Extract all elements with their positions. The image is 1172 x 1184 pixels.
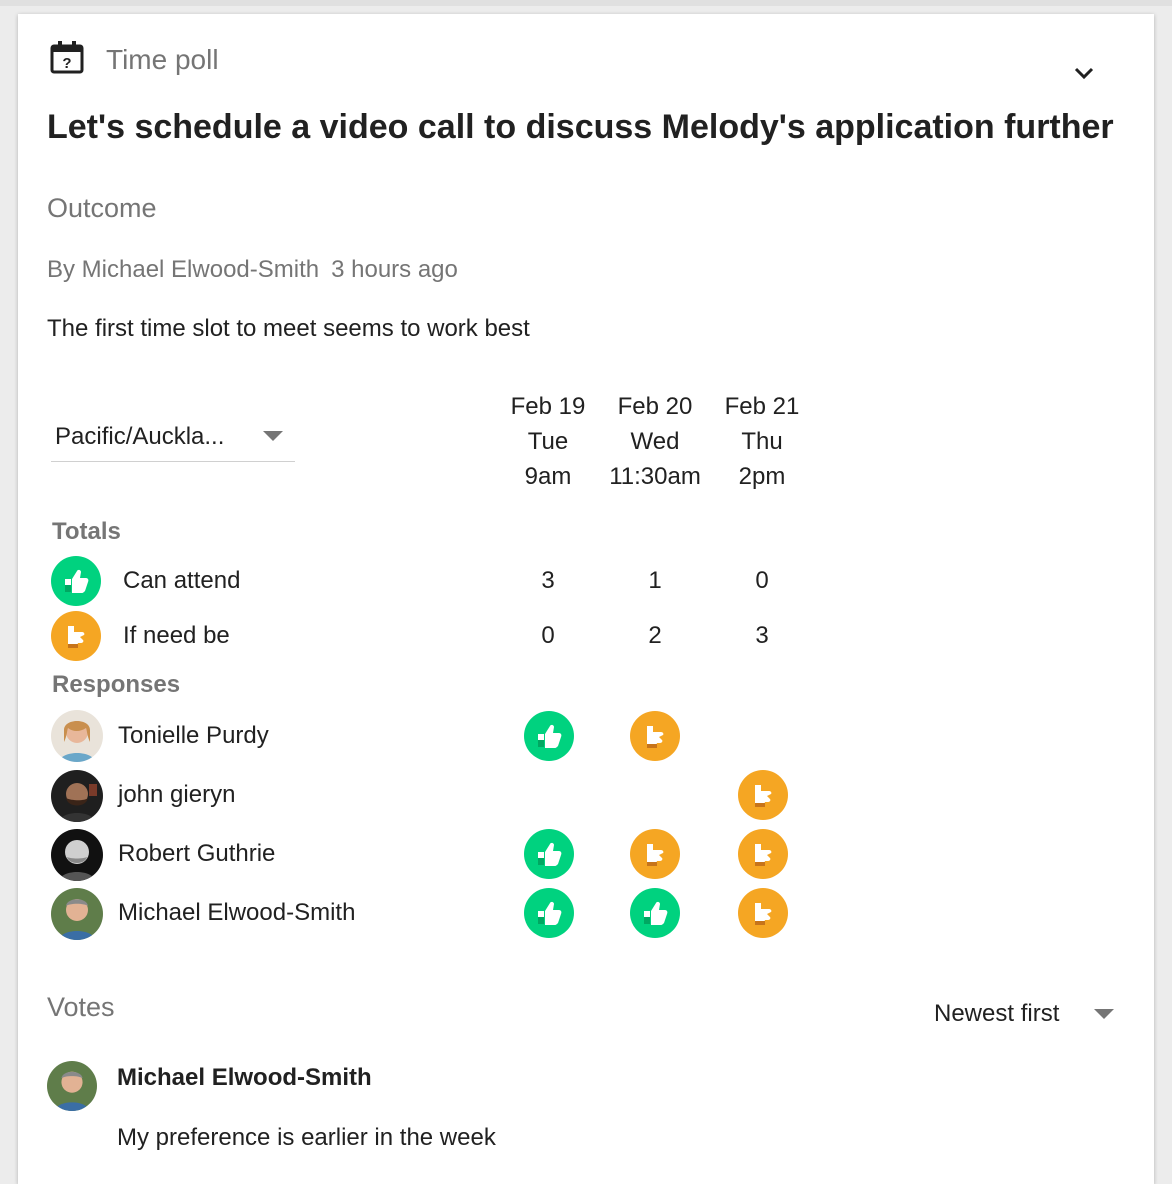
hand-point-icon [51, 611, 101, 661]
thumbs-up-icon [524, 829, 574, 879]
vote-author[interactable]: Michael Elwood-Smith [117, 1064, 372, 1092]
dropdown-arrow-icon [263, 431, 283, 441]
calendar-question-icon: ? [50, 40, 84, 74]
sort-value: Newest first [934, 1000, 1060, 1027]
hand-point-icon [630, 711, 680, 761]
column-date: Feb 21 [724, 393, 800, 420]
avatar [51, 710, 103, 762]
votes-heading: Votes [47, 992, 115, 1022]
dropdown-arrow-icon [1094, 1009, 1114, 1019]
vote-reason: My preference is earlier in the week [117, 1124, 496, 1151]
thumbs-up-icon [524, 711, 574, 761]
sort-select[interactable]: Newest first [930, 995, 1120, 1035]
column-date: Feb 19 [510, 393, 586, 420]
responder-name: Robert Guthrie [118, 840, 276, 867]
column-date: Feb 20 [617, 393, 693, 420]
chevron-down-icon[interactable] [1070, 60, 1098, 88]
column-day: Tue [527, 428, 569, 455]
timezone-value: Pacific/Auckla... [55, 423, 225, 450]
if-need-be-label: If need be [123, 622, 230, 649]
poll-title: Let's schedule a video call to discuss M… [47, 108, 1114, 146]
outcome-author[interactable]: By Michael Elwood-Smith [47, 256, 319, 283]
can-attend-total: 0 [755, 567, 769, 594]
thumbs-up-icon [51, 556, 101, 606]
can-attend-label: Can attend [123, 567, 241, 594]
column-header: Feb 19 Tue 9am [493, 389, 603, 494]
thumbs-up-icon [630, 888, 680, 938]
can-attend-total: 3 [541, 567, 555, 594]
avatar [51, 770, 103, 822]
avatar [51, 829, 103, 881]
outcome-meta: By Michael Elwood-Smith 3 hours ago [47, 256, 458, 284]
poll-type-label: Time poll [106, 44, 219, 75]
responder-name: Michael Elwood-Smith [118, 899, 356, 926]
responder-name: john gieryn [118, 781, 236, 808]
column-header: Feb 21 Thu 2pm [707, 389, 817, 494]
thumbs-up-icon [524, 888, 574, 938]
totals-heading: Totals [52, 518, 121, 545]
responses-heading: Responses [52, 671, 181, 698]
column-day: Thu [741, 428, 783, 455]
if-need-be-total: 0 [541, 622, 555, 649]
responder-name: Tonielle Purdy [118, 722, 269, 749]
outcome-time: 3 hours ago [331, 256, 458, 283]
hand-point-icon [738, 888, 788, 938]
outcome-statement: The first time slot to meet seems to wor… [47, 315, 530, 342]
column-time: 9am [524, 463, 572, 490]
outcome-heading: Outcome [47, 193, 157, 223]
column-time: 2pm [738, 463, 786, 490]
avatar [51, 888, 103, 940]
if-need-be-total: 2 [648, 622, 662, 649]
hand-point-icon [738, 829, 788, 879]
can-attend-total: 1 [648, 567, 662, 594]
column-day: Wed [630, 428, 680, 455]
if-need-be-total: 3 [755, 622, 769, 649]
timezone-select[interactable]: Pacific/Auckla... [51, 415, 295, 462]
top-edge [0, 0, 1172, 6]
column-time: 11:30am [609, 463, 701, 490]
avatar [47, 1061, 97, 1111]
column-header: Feb 20 Wed 11:30am [600, 389, 710, 494]
svg-text:?: ? [62, 55, 71, 72]
hand-point-icon [738, 770, 788, 820]
hand-point-icon [630, 829, 680, 879]
